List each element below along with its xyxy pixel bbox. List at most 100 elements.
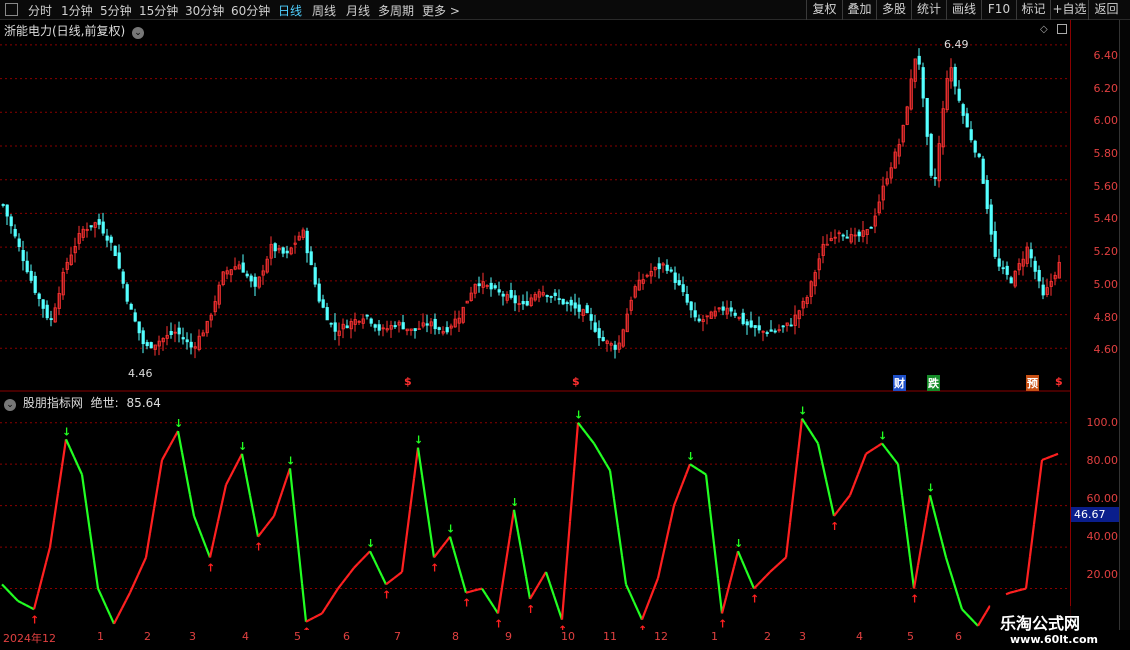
period-tab-30min[interactable]: 30分钟	[185, 2, 224, 19]
right-scroll-strip[interactable]	[1119, 20, 1130, 630]
candle-body	[561, 298, 565, 305]
event-marker[interactable]: $	[572, 375, 580, 388]
candle-body	[573, 302, 577, 309]
candle-body	[973, 140, 977, 153]
price-candlestick-chart[interactable]	[0, 20, 1070, 392]
indicator-segment	[229, 468, 235, 478]
indicator-segment	[744, 569, 752, 580]
indicator-segment	[881, 442, 887, 450]
indicator-segment	[640, 608, 648, 621]
event-marker-forecast[interactable]: 预	[1026, 375, 1039, 391]
event-marker[interactable]: $	[404, 375, 412, 388]
indicator-segment	[88, 531, 96, 561]
window-menu-icon[interactable]	[5, 3, 18, 16]
indicator-segment	[108, 614, 116, 625]
candle-body	[445, 327, 449, 333]
indicator-segment	[452, 550, 460, 566]
period-tab-weekly[interactable]: 周线	[312, 2, 336, 19]
candle-body	[129, 303, 133, 310]
indicator-segment	[408, 478, 416, 510]
candle-body	[921, 67, 925, 99]
period-tab-1min[interactable]: 1分钟	[61, 2, 93, 19]
indicator-segment	[13, 596, 19, 602]
indicator-segment	[300, 583, 308, 622]
candle-body	[29, 270, 33, 281]
candle-body	[493, 285, 497, 289]
x-tick: 3	[189, 630, 196, 643]
indicator-segment	[496, 587, 504, 614]
indicator-segment	[869, 447, 875, 453]
indicator-segment	[485, 594, 491, 602]
candle-body	[369, 318, 373, 324]
indicator-tick: 100.0	[1086, 416, 1119, 429]
indicator-segment	[225, 476, 231, 486]
back-button[interactable]: 返回	[1088, 0, 1124, 20]
period-tab-more[interactable]: 更多 >	[422, 2, 460, 19]
indicator-segment	[180, 452, 188, 474]
buy-arrow-icon: ↑	[638, 624, 647, 630]
indicator-segment	[533, 584, 539, 593]
square-icon[interactable]	[1057, 24, 1067, 34]
period-tab-daily[interactable]: 日线	[278, 2, 302, 19]
indicator-segment	[512, 509, 520, 533]
event-marker-drop[interactable]: 跌	[927, 375, 940, 391]
event-marker-finance[interactable]: 财	[893, 375, 906, 391]
event-marker[interactable]: $	[1055, 375, 1063, 388]
mark-button[interactable]: 标记	[1016, 0, 1050, 20]
sell-arrow-icon: ↓	[174, 417, 183, 430]
statistics-button[interactable]: 统计	[911, 0, 946, 20]
period-tab-5min[interactable]: 5分钟	[100, 2, 132, 19]
indicator-value-label: 绝世:	[90, 396, 119, 410]
indicator-segment	[529, 591, 535, 600]
candle-body	[741, 312, 745, 325]
period-tab-monthly[interactable]: 月线	[346, 2, 370, 19]
candle-body	[133, 312, 137, 322]
indicator-segment	[900, 495, 908, 527]
diamond-icon[interactable]: ◇	[1040, 24, 1048, 35]
indicator-segment	[796, 418, 804, 454]
indicator-line-chart[interactable]: ↑↓↑↓↑↓↑↓↑↓↑↓↑↓↑↑↓↑↑↓↑↓↑↓↑↓↑↓↑↓↑	[0, 392, 1070, 630]
chevron-down-icon[interactable]: ⌄	[132, 27, 145, 39]
candle-body	[841, 234, 845, 237]
indicator-segment	[337, 582, 343, 590]
chevron-down-icon[interactable]: ⌄	[4, 399, 16, 411]
candle-body	[789, 324, 793, 327]
candle-body	[21, 250, 25, 262]
indicator-segment	[184, 473, 192, 495]
candle-body	[313, 267, 317, 285]
candle-body	[377, 324, 381, 331]
indicator-segment	[860, 453, 868, 465]
sell-arrow-icon: ↓	[878, 429, 887, 442]
x-tick: 12	[654, 630, 668, 643]
candle-body	[249, 275, 253, 282]
indicator-segment	[845, 494, 851, 502]
indicator-segment	[757, 579, 763, 586]
period-tab-multi[interactable]: 多周期	[378, 2, 414, 19]
sell-arrow-icon: ↓	[62, 425, 71, 438]
multi-stock-button[interactable]: 多股	[876, 0, 911, 20]
candle-body	[109, 236, 113, 243]
indicator-segment	[269, 515, 275, 522]
add-watchlist-button[interactable]: +自选	[1050, 0, 1088, 20]
draw-line-button[interactable]: 画线	[946, 0, 981, 20]
indicator-segment	[1, 583, 7, 590]
period-tab-15min[interactable]: 15分钟	[139, 2, 178, 19]
candle-body	[5, 204, 9, 217]
candle-body	[253, 276, 257, 287]
adjust-button[interactable]: 复权	[806, 0, 842, 20]
indicator-segment	[1049, 454, 1055, 458]
indicator-segment	[36, 577, 44, 595]
overlay-button[interactable]: 叠加	[842, 0, 876, 20]
indicator-segment	[664, 523, 672, 543]
candle-body	[509, 290, 513, 298]
f10-button[interactable]: F10	[981, 0, 1016, 20]
period-tab-intraday[interactable]: 分时	[28, 2, 52, 19]
indicator-segment	[753, 583, 759, 590]
indicator-segment	[581, 427, 587, 434]
indicator-segment	[608, 470, 616, 500]
candle-body	[189, 341, 193, 348]
indicator-segment	[732, 550, 740, 568]
indicator-segment	[212, 520, 220, 540]
indicator-segment	[1005, 591, 1011, 596]
period-tab-60min[interactable]: 60分钟	[231, 2, 270, 19]
